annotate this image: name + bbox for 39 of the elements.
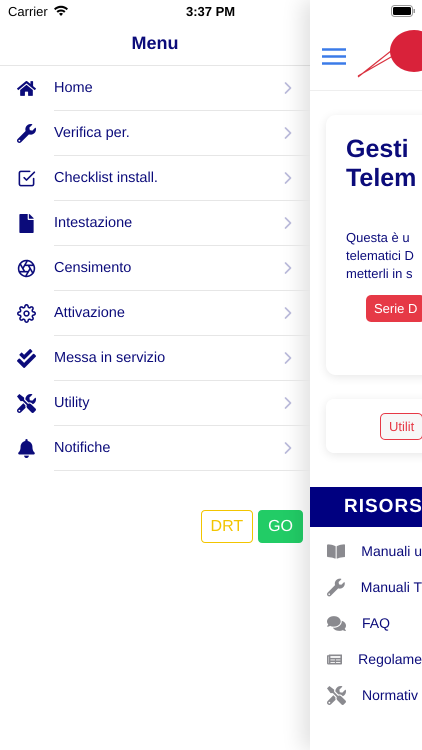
menu-item[interactable]: Home [54, 66, 310, 111]
menu-item[interactable]: Verifica per. [54, 111, 310, 156]
resource-link[interactable]: Manuali u [361, 543, 422, 559]
menu-item[interactable]: Censimento [54, 246, 310, 291]
hero-title: Gesti [346, 135, 410, 164]
hamburger-menu-icon[interactable] [322, 48, 346, 64]
resource-link[interactable]: Normativ [362, 687, 418, 703]
hero-text: metterli in s [346, 264, 414, 283]
wrench-icon [327, 578, 345, 596]
menu-item[interactable]: Intestazione [54, 201, 310, 246]
gear-icon [17, 304, 36, 322]
battery-icon [391, 5, 416, 17]
bell-icon [17, 438, 36, 458]
resources-title: RISORS [344, 496, 422, 518]
series-button[interactable]: Serie D [366, 295, 422, 322]
menu-item[interactable]: Messa in servizio [54, 336, 310, 381]
chat-icon [327, 614, 346, 632]
menu-item[interactable]: Utility [54, 381, 310, 426]
resource-link[interactable]: FAQ [362, 615, 390, 631]
double-check-icon [17, 348, 36, 368]
wrench-icon [17, 124, 36, 142]
hero-title: Telem [346, 164, 418, 192]
resource-link[interactable]: Manuali T [360, 579, 422, 595]
wifi-icon [52, 5, 69, 17]
menu-item[interactable]: Notifiche [54, 426, 310, 471]
carrier-label: Carrier [8, 4, 48, 18]
resource-link[interactable]: Regolame [358, 651, 422, 667]
home-icon [17, 78, 36, 98]
file-icon [17, 214, 36, 232]
hero-text: telematici D [346, 246, 415, 265]
time-label: 3:37 PM [186, 4, 236, 18]
tools-icon [327, 686, 346, 704]
aperture-icon [17, 258, 36, 278]
tools-icon [17, 394, 36, 412]
checkbox-icon [17, 168, 36, 188]
hero-text: Questa è u [346, 228, 411, 246]
book-icon [327, 542, 346, 560]
utility-button[interactable]: Utilit [380, 412, 422, 440]
menu-item[interactable]: Attivazione [54, 291, 310, 336]
